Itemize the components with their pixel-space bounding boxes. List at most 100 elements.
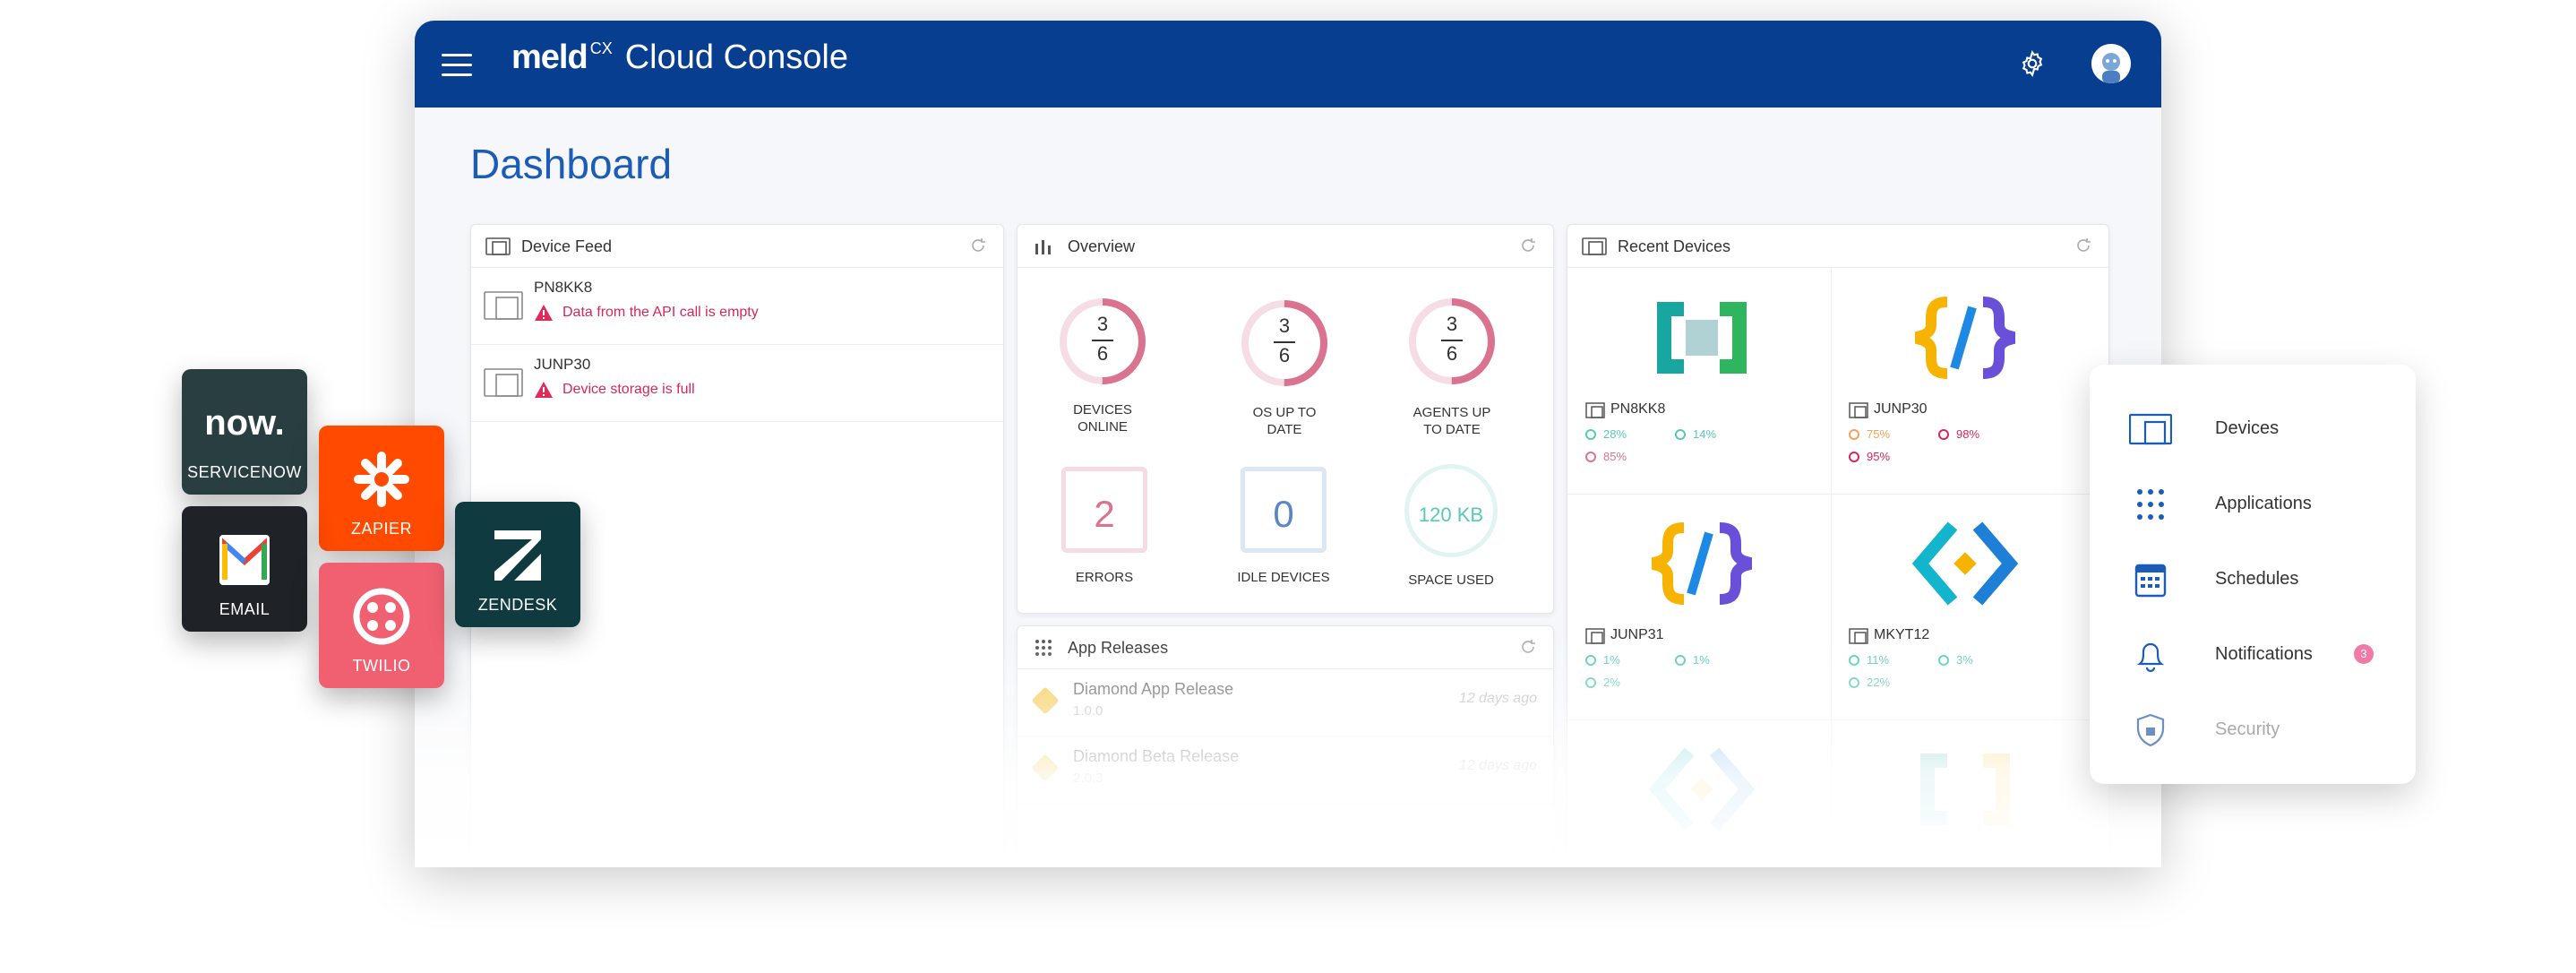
app-releases-title: App Releases <box>1068 639 1169 657</box>
storage-icon <box>1938 655 1949 666</box>
storage-icon <box>1675 429 1686 440</box>
recent-device-tile[interactable]: JUNP30 75% 98% 95% <box>1831 268 2094 495</box>
idle-devices-count[interactable]: 0 <box>1241 467 1327 553</box>
memory-icon <box>1849 677 1859 688</box>
bar-chart-icon <box>1035 240 1051 254</box>
storage-stat: 1% <box>1675 653 1710 667</box>
device-icon <box>484 291 523 320</box>
zapier-tile[interactable]: ZAPIER <box>319 426 444 551</box>
release-item[interactable]: Diamond Beta Release 2.0.3 12 days ago <box>1018 736 1553 804</box>
release-version: 1.0.0 <box>1073 703 1103 719</box>
menu-item-notifications[interactable]: Notifications 3 <box>2090 617 2416 693</box>
menu-label: Notifications <box>2215 644 2313 664</box>
ring-numerator: 3 <box>1096 313 1109 335</box>
release-name: Diamond Beta Release <box>1073 747 1240 765</box>
menu-item-devices[interactable]: Devices <box>2090 392 2416 467</box>
space-used-value[interactable]: 120 KB <box>1404 464 1498 557</box>
apps-grid-icon <box>2137 489 2164 520</box>
refresh-icon[interactable] <box>969 237 987 254</box>
release-item[interactable]: Diamond App Release 1.0.0 12 days ago <box>1018 669 1553 736</box>
cpu-stat: 28% <box>1585 427 1627 441</box>
recent-device-tile[interactable]: MKYT12 11% 3% 22% <box>1831 494 2094 720</box>
device-icon <box>1585 628 1605 644</box>
diamond-icon <box>1031 686 1060 715</box>
email-label: EMAIL <box>219 600 270 618</box>
recent-device-tile[interactable] <box>1567 719 1832 867</box>
zapier-label: ZAPIER <box>350 520 412 538</box>
avatar[interactable] <box>2091 44 2131 83</box>
recent-devices-title: Recent Devices <box>1618 237 1731 255</box>
recent-device-tile[interactable]: PN8KK8 28% 14% 85% <box>1567 268 1832 495</box>
memory-stat: 85% <box>1585 450 1627 463</box>
feed-item[interactable]: JUNP30 Device storage is full <box>471 345 1003 422</box>
device-name: MKYT12 <box>1874 627 1930 642</box>
ring-denominator: 6 <box>1096 342 1109 365</box>
zendesk-logo-icon <box>494 530 541 581</box>
cpu-icon <box>1849 655 1859 666</box>
device-icon <box>1582 237 1607 255</box>
storage-stat: 98% <box>1938 427 1979 441</box>
menu-icon[interactable] <box>442 54 472 77</box>
feed-device-name: JUNP30 <box>534 356 591 373</box>
ring-divider <box>1274 341 1295 343</box>
memory-stat: 2% <box>1585 676 1620 689</box>
device-icon <box>484 368 523 397</box>
feed-message: Device storage is full <box>562 382 695 397</box>
code-braces-logo-icon <box>1652 522 1752 605</box>
zendesk-tile[interactable]: ZENDESK <box>455 502 580 627</box>
errors-label: ERRORS <box>1075 570 1134 585</box>
memory-stat: 22% <box>1849 676 1890 689</box>
email-tile[interactable]: EMAIL <box>182 506 307 632</box>
apps-grid-icon <box>1035 640 1052 656</box>
servicenow-tile[interactable]: now. SERVICENOW <box>182 369 307 495</box>
bell-icon <box>2136 642 2165 673</box>
refresh-icon[interactable] <box>1519 237 1537 254</box>
page-title: Dashboard <box>470 141 673 187</box>
cpu-icon <box>1849 429 1859 440</box>
diamond-code-logo-icon <box>1911 521 2019 606</box>
twilio-tile[interactable]: TWILIO <box>319 563 444 688</box>
memory-icon <box>1585 677 1596 688</box>
brand-logo: meld <box>511 39 588 76</box>
overview-title: Overview <box>1068 237 1136 255</box>
refresh-icon[interactable] <box>1519 638 1537 656</box>
device-name: PN8KK8 <box>1610 401 1666 417</box>
release-age: 12 days ago <box>1458 691 1537 706</box>
recent-device-tile[interactable]: JUNP31 1% 1% 2% <box>1567 494 1832 720</box>
twilio-label: TWILIO <box>352 657 411 675</box>
menu-item-security[interactable]: Security <box>2090 693 2416 768</box>
refresh-icon[interactable] <box>2074 237 2092 254</box>
shield-icon <box>2136 713 2165 747</box>
cpu-stat: 11% <box>1849 653 1889 667</box>
menu-item-schedules[interactable]: Schedules <box>2090 542 2416 617</box>
feed-message: Data from the API call is empty <box>562 305 759 320</box>
menu-item-applications[interactable]: Applications <box>2090 467 2416 542</box>
menu-label: Security <box>2215 719 2280 739</box>
feed-item[interactable]: PN8KK8 Data from the API call is empty <box>471 268 1003 345</box>
calendar-icon <box>2134 564 2167 598</box>
ring-denominator: 6 <box>1446 342 1458 365</box>
cpu-stat: 1% <box>1585 653 1620 667</box>
zendesk-label: ZENDESK <box>477 596 558 614</box>
overview-card: Overview 3 6 DEVICES ONLINE 3 6 OS UP TO D… <box>1017 224 1554 614</box>
diamond-icon <box>1031 753 1060 782</box>
top-bar: meld CX Cloud Console <box>415 21 2161 108</box>
errors-count[interactable]: 2 <box>1061 467 1147 553</box>
idle-devices-label: IDLE DEVICES <box>1237 570 1330 585</box>
brand-superscript: CX <box>589 39 613 57</box>
gear-icon[interactable] <box>2018 49 2047 78</box>
ring-numerator: 3 <box>1278 314 1291 337</box>
ring-divider <box>1441 340 1463 341</box>
ring-denominator: 6 <box>1278 344 1291 366</box>
side-menu: Devices Applications Schedules Notificat… <box>2090 365 2416 784</box>
console-window: meld CX Cloud Console Dashboard Device F… <box>415 21 2161 867</box>
device-icon <box>2129 413 2172 445</box>
servicenow-label: SERVICENOW <box>187 463 302 481</box>
recent-device-tile[interactable] <box>1831 719 2094 867</box>
ring-numerator: 3 <box>1446 313 1458 335</box>
app-releases-card: App Releases Diamond App Release 1.0.0 1… <box>1017 625 1554 867</box>
gmail-icon <box>219 535 270 585</box>
ring-divider <box>1092 340 1113 341</box>
release-version: 2.0.3 <box>1073 771 1103 786</box>
memory-icon <box>1849 452 1859 462</box>
